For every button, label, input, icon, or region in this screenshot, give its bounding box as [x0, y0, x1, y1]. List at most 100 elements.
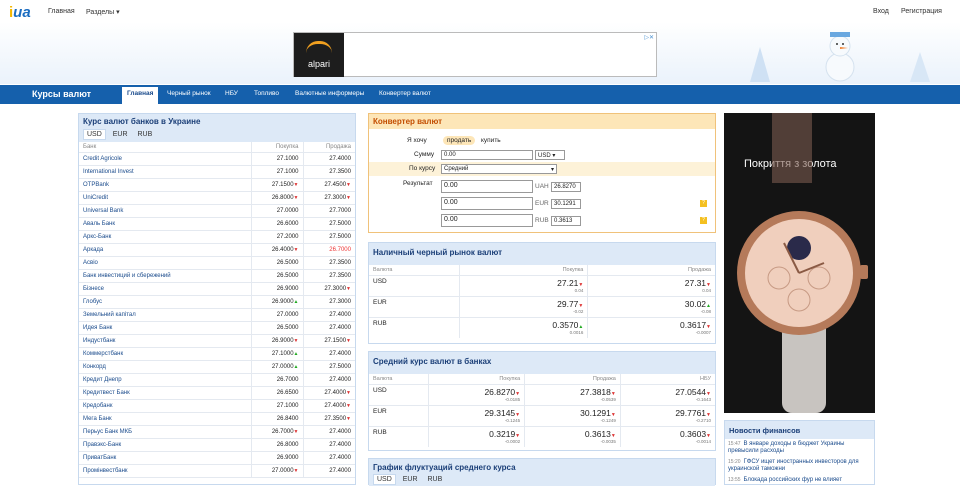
sell-rate: 27.4000 — [302, 451, 355, 465]
currency-select[interactable]: USD ▾ — [535, 150, 565, 160]
buy-rate: 27.1000 — [250, 152, 303, 166]
ad-close-icon[interactable]: ▷✕ — [644, 34, 654, 41]
buy-option[interactable]: купить — [481, 137, 501, 144]
bank-name[interactable]: Бізнесе — [79, 282, 251, 296]
chart-tab-rub[interactable]: RUB — [424, 475, 445, 484]
sell-rate: 27.4000 — [302, 373, 355, 387]
black-market-title: Наличный черный рынок валют — [373, 248, 503, 257]
bank-name[interactable]: Кредит Днепр — [79, 373, 251, 387]
bank-name[interactable]: Конкорд — [79, 360, 251, 374]
result-uah-rate[interactable]: 26.8270 — [551, 182, 581, 192]
table-row: ПриватБанк 26.9000 27.4000 — [79, 451, 355, 465]
login-link[interactable]: Вход — [873, 8, 889, 15]
table-row: Аркс-Банк 27.2000 27.5000 — [79, 230, 355, 244]
nav-item-black-market[interactable]: Черный рынок — [167, 90, 211, 97]
result-uah[interactable]: 0.00 — [441, 180, 533, 193]
result-uah-cur: UAH — [535, 183, 549, 190]
bank-name[interactable]: Идея Банк — [79, 321, 251, 335]
bank-name[interactable]: International Invest — [79, 165, 251, 179]
buy-rate: 29.77-0.02 — [458, 295, 588, 317]
news-item[interactable]: 15:20 ГФСУ ищет иностранных инвесторов дл… — [725, 457, 874, 475]
bank-name[interactable]: UniCredit — [79, 191, 251, 205]
bank-name[interactable]: Перьуc Банк МКБ — [79, 425, 251, 439]
bank-name[interactable]: Коммерстбанк — [79, 347, 251, 361]
help-icon[interactable]: ? — [700, 200, 707, 207]
top-link-sections[interactable]: Разделы ▾ — [86, 8, 120, 16]
converter-panel: Конвертер валют Я хочу продать купить Су… — [368, 113, 716, 233]
bank-name[interactable]: Аркада — [79, 243, 251, 257]
help-icon[interactable]: ? — [700, 217, 707, 224]
watch-ad[interactable]: Покриття з золота — [724, 113, 875, 413]
bank-name[interactable]: Мега Банк — [79, 412, 251, 426]
result-eur-rate[interactable]: 30.1291 — [551, 199, 581, 209]
buy-rate: 26.8000 — [250, 191, 303, 205]
nav-item-converter[interactable]: Конвертер валют — [379, 90, 431, 97]
tab-rub[interactable]: RUB — [134, 130, 155, 139]
tab-usd[interactable]: USD — [83, 129, 106, 140]
table-row: RUB0.3219-0.00020.3613-0.00350.3603-0.00… — [369, 425, 715, 447]
bank-name[interactable]: Промінвестбанк — [79, 464, 251, 478]
bank-name[interactable]: Правэкс-Банк — [79, 438, 251, 452]
sell-rate: 0.3613-0.0035 — [524, 425, 621, 447]
sell-rate: 27.3000 — [302, 282, 355, 296]
nav-item-home[interactable]: Главная — [122, 87, 159, 104]
top-link-home[interactable]: Главная — [48, 8, 75, 15]
ad-banner[interactable]: alpari ▷✕ — [293, 32, 657, 77]
bank-name[interactable]: Universal Bank — [79, 204, 251, 218]
buy-rate: 26.5000 — [250, 321, 303, 335]
average-rates-title: Средний курс валют в банках — [373, 357, 492, 366]
buy-rate: 27.1000 — [250, 165, 303, 179]
rate-label: По курсу — [409, 165, 436, 172]
news-item[interactable]: 15:47 В январе доходы в бюджет Украины пр… — [725, 439, 874, 457]
table-row: Земельний капітал 27.0000 27.4000 — [79, 308, 355, 322]
nav-item-informers[interactable]: Валютные информеры — [295, 90, 364, 97]
table-row: Коммерстбанк27.100027.4000 — [79, 347, 355, 361]
register-link[interactable]: Регистрация — [901, 8, 942, 15]
result-rub[interactable]: 0.00 — [441, 214, 533, 227]
table-row: Universal Bank 27.0000 27.7000 — [79, 204, 355, 218]
bank-name[interactable]: Земельний капітал — [79, 308, 251, 322]
rate-select[interactable]: Средний ▾ — [441, 164, 557, 174]
converter-title: Конвертер валют — [369, 114, 715, 129]
table-row: EUR29.3145-0.124530.1291-0.124929.7761-0… — [369, 404, 715, 426]
buy-rate: 26.6500 — [250, 386, 303, 400]
bank-name[interactable]: Аркс-Банк — [79, 230, 251, 244]
black-market-panel: Наличный черный рынок валют Валюта Покуп… — [368, 242, 716, 344]
nav-item-nbu[interactable]: НБУ — [225, 90, 238, 97]
chevron-down-icon: ▾ — [116, 9, 120, 16]
bank-name[interactable]: Асвіо — [79, 256, 251, 270]
nbu-rate: 27.0544-0.1643 — [619, 383, 715, 405]
chart-tab-usd[interactable]: USD — [373, 474, 396, 485]
tab-eur[interactable]: EUR — [110, 130, 131, 139]
currency-code: RUB — [369, 425, 429, 447]
sell-rate: 27.3500 — [302, 269, 355, 283]
col-buy: Покупка — [428, 374, 525, 384]
table-row: Промінвестбанк27.000027.4000 — [79, 464, 355, 478]
bank-name[interactable]: Кредобанк — [79, 399, 251, 413]
col-currency: Валюта — [373, 375, 393, 382]
bank-name[interactable]: Глобус — [79, 295, 251, 309]
sum-label: Сумму — [414, 151, 435, 158]
bank-name[interactable]: Банк инвестиций и сбережений — [79, 269, 251, 283]
bank-name[interactable]: ПриватБанк — [79, 451, 251, 465]
bank-name[interactable]: Кредитвест Банк — [79, 386, 251, 400]
site-logo[interactable]: iua — [9, 4, 31, 21]
bank-name[interactable]: Аваль Банк — [79, 217, 251, 231]
nav-item-fuel[interactable]: Топливо — [254, 90, 279, 97]
bank-name[interactable]: Credit Agricole — [79, 152, 251, 166]
nbu-rate: 29.7761-0.2710 — [619, 404, 715, 426]
sell-rate: 27.4000 — [302, 321, 355, 335]
watch-image — [737, 113, 868, 413]
table-row: Асвіо 26.5000 27.3500 — [79, 256, 355, 270]
col-sell: Продажа — [587, 265, 715, 275]
result-rub-rate[interactable]: 0.3613 — [551, 216, 581, 226]
result-eur[interactable]: 0.00 — [441, 197, 533, 210]
sell-rate: 30.1291-0.1249 — [524, 404, 621, 426]
bank-name[interactable]: Индустбанк — [79, 334, 251, 348]
sell-rate: 27.4000 — [302, 152, 355, 166]
bank-name[interactable]: OTPBank — [79, 178, 251, 192]
sell-option[interactable]: продать — [443, 136, 476, 145]
chart-tab-eur[interactable]: EUR — [400, 475, 421, 484]
sum-input[interactable]: 0.00 — [441, 150, 533, 160]
news-item[interactable]: 13:55 Блокада российских фур не влияет — [725, 475, 874, 486]
